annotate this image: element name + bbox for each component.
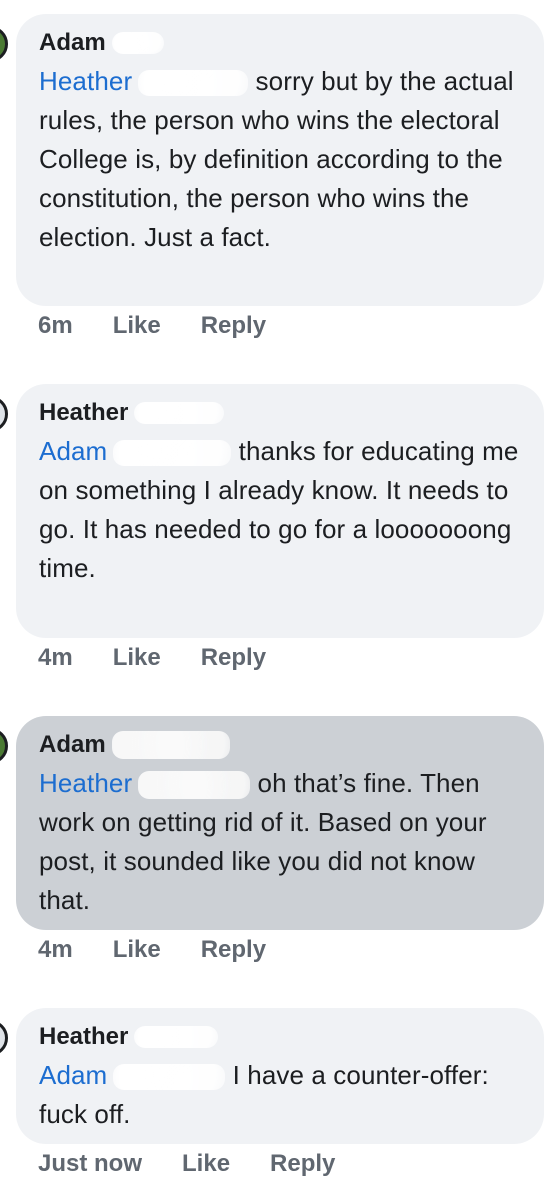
author-row: Heather [39,398,522,428]
mention-link[interactable]: Adam [39,436,107,466]
author-name[interactable]: Adam [39,731,106,759]
mention-link[interactable]: Heather [39,66,132,96]
redacted-surname [111,731,230,759]
reply-button[interactable]: Reply [201,312,266,340]
comment-text: Adam I have a counter-offer: fuck off. [39,1056,522,1134]
author-row: Adam [39,730,522,760]
comment-bubble: Heather Adam thanks for educating me on … [16,384,544,638]
like-button[interactable]: Like [182,1150,230,1178]
redacted-surname [111,32,164,54]
redacted-mention [138,771,251,800]
comment-text: Heather sorry but by the actual rules, t… [39,62,522,257]
mention-link[interactable]: Heather [39,768,132,798]
comment-actions: 4m Like Reply [38,936,266,964]
reply-button[interactable]: Reply [201,936,266,964]
author-row: Heather [39,1022,522,1052]
redacted-mention [113,1064,226,1091]
comment-text: Adam thanks for educating me on somethin… [39,432,522,588]
author-name[interactable]: Heather [39,399,128,427]
redacted-mention [138,70,249,97]
comment-bubble: Heather Adam I have a counter-offer: fuc… [16,1008,544,1144]
redacted-surname [134,1026,219,1048]
like-button[interactable]: Like [113,936,161,964]
avatar[interactable] [0,26,8,62]
reply-button[interactable]: Reply [201,644,266,672]
comment-bubble-highlighted: Adam Heather oh that’s fine. Then work o… [16,716,544,930]
author-row: Adam [39,28,522,58]
avatar[interactable] [0,396,8,432]
like-button[interactable]: Like [113,644,161,672]
timestamp[interactable]: Just now [38,1150,142,1178]
mention-link[interactable]: Adam [39,1060,107,1090]
comment-bubble: Adam Heather sorry but by the actual rul… [16,14,544,306]
like-button[interactable]: Like [113,312,161,340]
avatar[interactable] [0,728,8,764]
avatar[interactable] [0,1020,8,1056]
comment-actions: Just now Like Reply [38,1150,335,1178]
timestamp[interactable]: 4m [38,936,73,964]
comment-actions: 4m Like Reply [38,644,266,672]
reply-button[interactable]: Reply [270,1150,335,1178]
timestamp[interactable]: 6m [38,312,73,340]
redacted-mention [113,440,232,467]
timestamp[interactable]: 4m [38,644,73,672]
comment-body: thanks for educating me on something I a… [39,436,519,583]
comment-actions: 6m Like Reply [38,312,266,340]
author-name[interactable]: Adam [39,29,106,57]
author-name[interactable]: Heather [39,1023,128,1051]
comment-text: Heather oh that’s fine. Then work on get… [39,764,522,920]
redacted-surname [134,402,225,424]
